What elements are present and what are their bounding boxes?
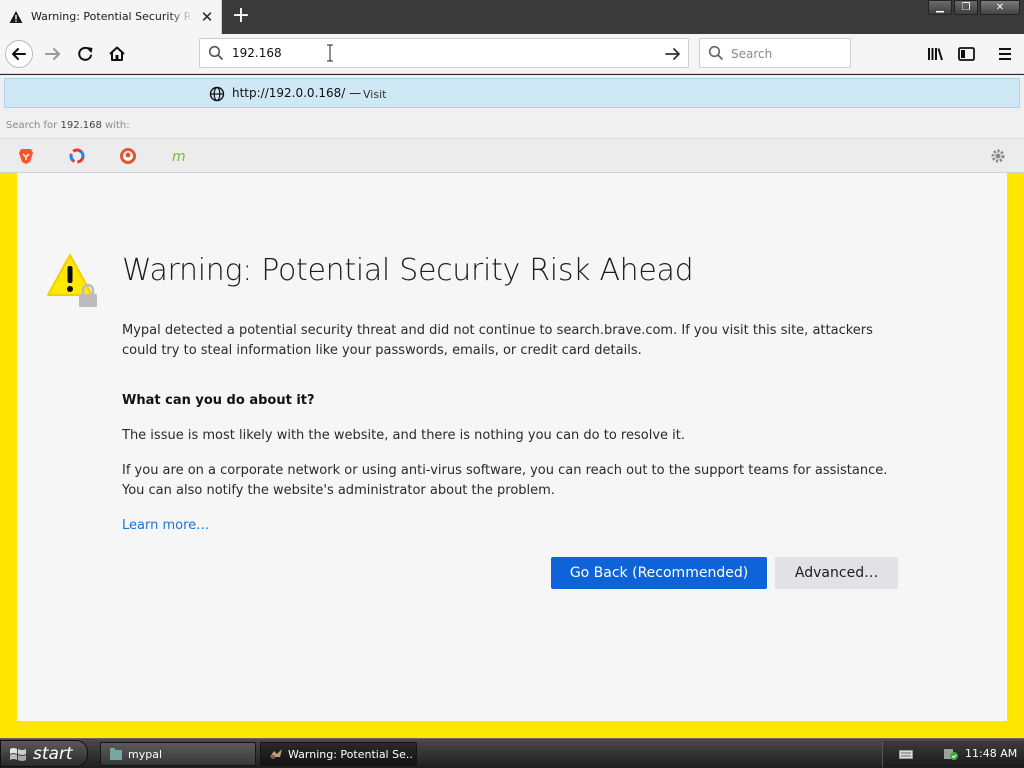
suggestion-row[interactable]: http://192.0.0.168/ — Visit — [4, 78, 1020, 108]
search-engines-bar: m — [0, 138, 1024, 173]
new-tab-plus-icon[interactable]: + — [230, 5, 252, 27]
error-page-frame: Warning: Potential Security Risk Ahead M… — [0, 173, 1024, 738]
tab-close-icon[interactable]: ✕ — [199, 9, 215, 25]
search-icon — [708, 45, 724, 61]
window-controls: ▁ ❐ ✕ — [928, 0, 1020, 16]
tab-title: Warning: Potential Security Risk Ahead — [31, 10, 193, 23]
search-placeholder: Search — [731, 47, 773, 61]
url-suggestions-dropdown: http://192.0.0.168/ — Visit Search for 1… — [0, 75, 1024, 173]
brave-icon[interactable] — [17, 147, 35, 165]
go-back-button[interactable]: Go Back (Recommended) — [551, 557, 767, 589]
search-icon — [208, 45, 224, 61]
windows-flag-icon — [10, 748, 26, 761]
search-field[interactable]: Search — [699, 38, 851, 68]
start-button[interactable]: start — [0, 740, 88, 767]
start-label: start — [33, 744, 73, 764]
intro-text: Mypal detected a potential security thre… — [122, 323, 873, 358]
suggestion-separator: — — [349, 86, 362, 100]
svg-text:m: m — [172, 149, 186, 165]
text-cursor-icon — [327, 44, 333, 62]
advanced-button[interactable]: Advanced… — [775, 557, 898, 589]
gear-icon[interactable] — [989, 147, 1007, 165]
taskbar-item-mypal[interactable]: mypal — [100, 742, 256, 766]
duckduckgo-icon[interactable] — [119, 147, 137, 165]
library-icon — [928, 48, 943, 61]
qwant-icon[interactable] — [68, 147, 86, 165]
mypal-browser-icon — [270, 749, 282, 759]
section-heading: What can you do about it? — [122, 393, 315, 408]
library-button[interactable] — [921, 40, 949, 68]
taskbar-item-label: Warning: Potential Se... — [288, 748, 413, 761]
sidebar-button[interactable] — [952, 40, 980, 68]
system-tray: 11:48 AM — [882, 741, 1024, 767]
sidebar-icon — [958, 47, 975, 61]
security-shield-icon[interactable] — [943, 747, 959, 761]
go-arrow-icon[interactable] — [664, 45, 682, 63]
hamburger-menu-icon — [999, 48, 1011, 60]
tab-strip: Warning: Potential Security Risk Ahead ✕… — [0, 0, 1024, 34]
warning-lock-icon — [47, 254, 97, 307]
clock: 11:48 AM — [965, 747, 1018, 760]
taskbar-item-browser[interactable]: Warning: Potential Se... — [260, 742, 417, 766]
forward-arrow-icon — [45, 48, 60, 60]
globe-icon — [209, 86, 225, 102]
navigation-toolbar: 192.168 Search — [0, 34, 1024, 74]
search-for-label: Search for 192.168 with: — [6, 120, 130, 131]
warning-triangle-icon — [9, 11, 23, 23]
menu-button[interactable] — [991, 40, 1019, 68]
suggestion-action: Visit — [363, 88, 387, 101]
address-input-value[interactable]: 192.168 — [232, 46, 282, 60]
close-window-button[interactable]: ✕ — [980, 0, 1020, 15]
error-page: Warning: Potential Security Risk Ahead M… — [17, 173, 1007, 721]
learn-more-link[interactable]: Learn more… — [122, 516, 912, 536]
back-arrow-icon — [12, 48, 26, 60]
home-button[interactable] — [103, 40, 131, 68]
taskbar-item-label: mypal — [128, 748, 163, 761]
folder-icon — [110, 748, 122, 760]
restore-button[interactable]: ❐ — [954, 0, 978, 15]
home-icon — [109, 46, 125, 61]
tab-active[interactable]: Warning: Potential Security Risk Ahead ✕ — [0, 0, 222, 34]
page-title: Warning: Potential Security Risk Ahead — [122, 253, 694, 288]
reload-button[interactable] — [71, 40, 99, 68]
address-bar[interactable]: 192.168 — [199, 38, 689, 68]
taskbar: start mypal Warning: Potential Se... 11:… — [0, 738, 1024, 768]
keyboard-icon[interactable] — [899, 750, 913, 759]
minimize-button[interactable]: ▁ — [928, 0, 952, 15]
back-button[interactable] — [5, 40, 33, 68]
suggestion-url: http://192.0.0.168/ — — [232, 86, 362, 100]
advice-text-2: If you are on a corporate network or usi… — [122, 463, 888, 498]
mojeek-icon[interactable]: m — [170, 147, 188, 165]
advice-text-1: The issue is most likely with the websit… — [122, 428, 685, 443]
forward-button[interactable] — [39, 40, 67, 68]
reload-icon — [78, 46, 93, 61]
